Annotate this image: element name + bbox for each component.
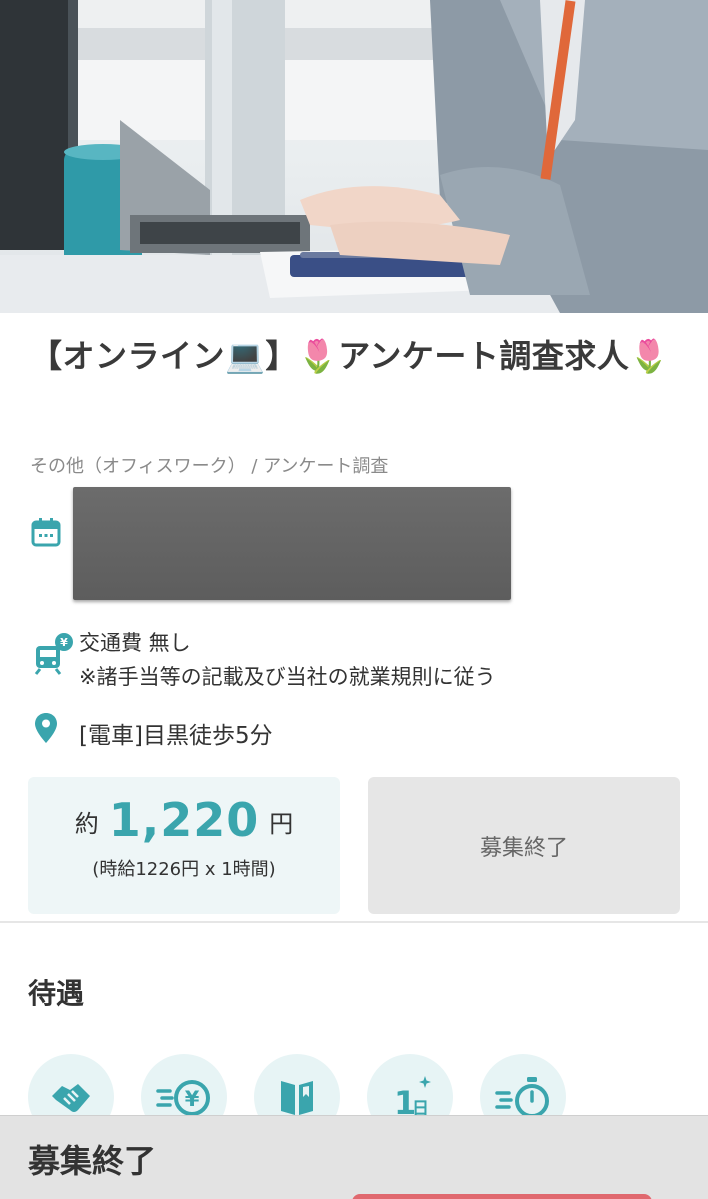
benefits-heading: 待遇: [28, 977, 85, 1010]
svg-text:¥: ¥: [60, 636, 68, 649]
transport-fare: 交通費 無し: [79, 631, 191, 655]
section-divider: [0, 921, 708, 923]
location-pin-icon: [35, 713, 57, 747]
job-category: その他（オフィスワーク） / アンケート調査: [30, 456, 389, 477]
job-title: 【オンライン💻】🌷アンケート調査求人🌷: [30, 337, 670, 375]
redacted-work-dates: [73, 487, 511, 600]
transport-note: ※諸手当等の記載及び当社の就業規則に従う: [79, 665, 496, 689]
wage-prefix: 約: [74, 810, 99, 838]
svg-text:¥: ¥: [185, 1087, 200, 1111]
wage-unit: 円: [269, 810, 294, 838]
wage-summary: 約 1,220 円 (時給1226円 x 1時間): [28, 777, 340, 914]
apply-button-label: 募集終了: [479, 835, 568, 861]
footer-apply-button-edge[interactable]: [352, 1194, 652, 1199]
footer-status: 募集終了: [28, 1142, 157, 1180]
wage-detail: (時給1226円 x 1時間): [92, 859, 276, 880]
train-fare-icon: ¥: [34, 632, 74, 680]
wage-amount: 1,220: [108, 793, 260, 847]
calendar-icon: [31, 517, 61, 551]
station-access: [電車]目黒徒歩5分: [79, 723, 273, 749]
job-hero-image: [0, 0, 708, 313]
transport-info: 交通費 無し ※諸手当等の記載及び当社の就業規則に従う: [79, 626, 496, 694]
apply-button-closed[interactable]: 募集終了: [368, 777, 680, 914]
